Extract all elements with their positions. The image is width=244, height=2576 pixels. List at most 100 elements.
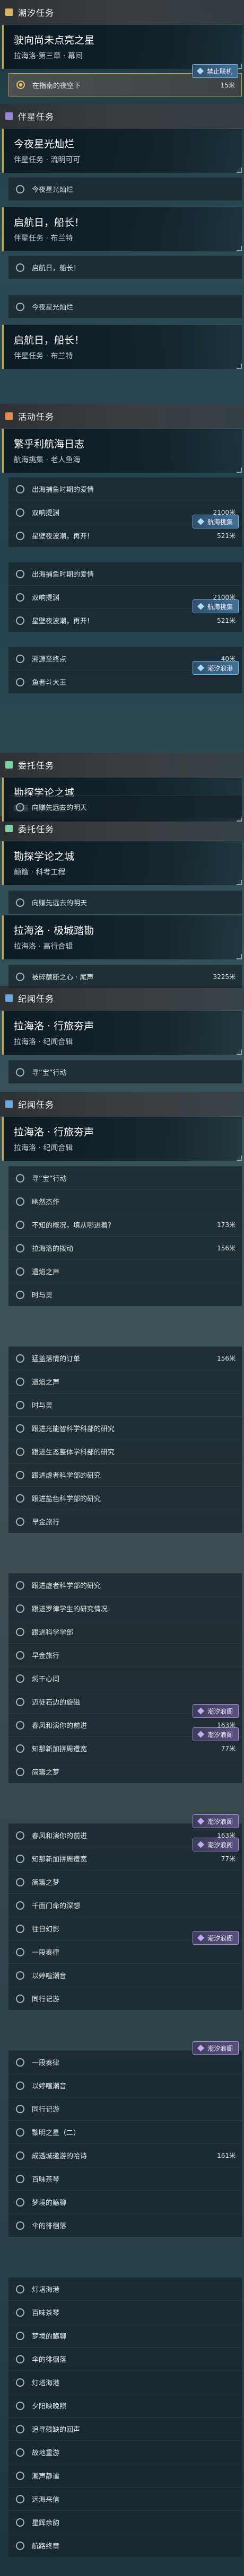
quest-step-row[interactable]: 伞的徘徊落 <box>8 2347 242 2370</box>
quest-step-row[interactable]: 简籌之梦 <box>8 1870 242 1893</box>
step-label: 早金旅行 <box>32 1652 60 1660</box>
quest-step-row[interactable]: 跟进虚者科学部的研究 <box>8 1463 242 1486</box>
quest-step-row[interactable]: 梦境的觞聊 <box>8 2324 242 2347</box>
event-tag: 航海挑集 <box>192 599 239 613</box>
quest-step-row[interactable]: 时与灵 <box>8 1283 242 1306</box>
quest-step-row[interactable]: 跟进科学学部 <box>8 1620 242 1643</box>
quest-step-row[interactable]: 时与灵 <box>8 1393 242 1416</box>
quest-step-row[interactable]: 同行记游 <box>8 1987 242 2010</box>
section-header-daily: 委托任务 <box>0 753 244 777</box>
section-title: 纪闻任务 <box>18 1100 55 1110</box>
step-label: 同行记游 <box>32 1996 60 2004</box>
quest-step-row[interactable]: 跟进虚者科学部的研究 <box>8 1573 242 1596</box>
step-label: 出海捕鱼时期的爱情 <box>32 571 94 579</box>
quest-step-row[interactable]: 星壁夜波潮，再开! 521米 航海挑集 <box>8 599 242 632</box>
quest-step-row[interactable]: 简籌之梦 <box>8 1760 242 1783</box>
step-label: 启航日，船长！ <box>32 264 81 272</box>
step-label: 被碎额断之心 · 尾声 <box>32 974 94 982</box>
quest-step-row[interactable]: 向赚先远去的明天 <box>8 890 242 914</box>
quest-card[interactable]: 驶向尚未点亮之星 拉海洛·第三章 · 幕间 <box>2 24 242 69</box>
step-circle-icon <box>16 2174 24 2183</box>
quest-step-row[interactable]: 百味茶琴 <box>8 2300 242 2324</box>
quest-step-row[interactable]: 遗焰之声 <box>8 1259 242 1283</box>
step-label: 跟进生态整体学科部的研究 <box>32 1449 115 1457</box>
quest-step-row[interactable]: 百味茶琴 <box>8 2167 242 2190</box>
step-label: 夕阳映晚照 <box>32 2403 67 2411</box>
quest-title: 今夜星光灿烂 <box>14 138 75 150</box>
step-label: 不知的概况，填从哪进着? <box>32 1222 111 1230</box>
quest-subtitle: 拉海洛 · 高行合辑 <box>14 942 73 951</box>
quest-step-row[interactable]: 焖干心间 <box>8 1666 242 1690</box>
quest-step-row[interactable]: 遗焰之声 <box>8 1370 242 1393</box>
quest-step-row[interactable]: 夕阳映晚照 <box>8 2394 242 2417</box>
quest-step-row[interactable]: 猛盖落情的订单 156米 <box>8 1346 242 1370</box>
tag-label: 潮汐浪阁 <box>207 1707 233 1715</box>
quest-step-row[interactable]: 出海捕鱼时期的爱情 <box>8 477 242 500</box>
quest-step-row[interactable]: 鱼者斗大王 潮汐浪港 <box>8 661 242 693</box>
quest-step-row[interactable]: 伞的徘徊落 <box>8 2213 242 2237</box>
step-circle-icon <box>16 531 24 540</box>
quest-step-row[interactable]: 潮声静谧 <box>8 2464 242 2487</box>
quest-step-row[interactable]: 灯塔海港 <box>8 2370 242 2394</box>
step-circle-icon <box>16 2448 24 2457</box>
quest-step-row[interactable]: 梦境的觞聊 <box>8 2190 242 2213</box>
quest-card[interactable]: 勘探学论之城颠簸 · 科考工程 <box>2 841 242 885</box>
quest-step-row[interactable]: 千面门命的深想 <box>8 1893 242 1917</box>
step-label: 向赚先远去的明天 <box>32 804 88 812</box>
step-distance: 77米 <box>221 1855 236 1863</box>
quest-step-row[interactable]: 寻“宝”行动 <box>8 1060 242 1083</box>
quest-card[interactable]: 今夜星光灿烂 伴星任务 · 流明可可 <box>2 128 242 173</box>
quest-step-row[interactable]: 同行记游 <box>8 2097 242 2120</box>
tag-diamond-icon <box>197 664 204 672</box>
quest-step-row[interactable]: 知那新加拼周遭宽 77米 潮汐浪阁 <box>8 1727 242 1760</box>
quest-step-row[interactable]: 航路终章 <box>8 2534 242 2557</box>
quest-step-row[interactable]: 幽然杰作 <box>8 1189 242 1213</box>
quest-step-row[interactable]: 远海来信 <box>8 2487 242 2510</box>
quest-step-row[interactable]: 一段奏律 潮汐浪阁 <box>8 1931 242 1963</box>
quest-step-row[interactable]: 跟进光能智科学科部的研究 <box>8 1416 242 1440</box>
event-tag: 潮汐浪阁 <box>192 2041 239 2055</box>
quest-card[interactable]: 拉海洛 · 行旅夯声 拉海洛 · 纪闻合辑 <box>2 1116 242 1161</box>
quest-step-row[interactable]: 追寻残缺的回声 <box>8 2417 242 2440</box>
step-label: 以婷喧潮音 <box>32 2083 67 2090</box>
quest-step-row[interactable]: 被碎额断之心 · 尾声 3225米 <box>8 965 242 988</box>
quest-step-row[interactable]: 灯塔海港 <box>8 2277 242 2300</box>
quest-title: 驶向尚未点亮之星 <box>14 34 95 46</box>
step-label: 简籌之梦 <box>32 1879 60 1887</box>
quest-step-row[interactable]: 不知的概况，填从哪进着? 173米 <box>8 1213 242 1236</box>
quest-step-row[interactable]: 出海捕鱼时期的爱情 <box>8 562 242 585</box>
quest-step-row[interactable]: 成透城邀游的哈诗 161米 <box>8 2143 242 2167</box>
quest-step-row[interactable]: 向赚先远去的明天 <box>8 795 242 818</box>
tag-diamond-icon <box>196 67 204 75</box>
quest-step-row[interactable]: 黎明之星（二） <box>8 2120 242 2143</box>
quest-step-row[interactable]: 跟进生态整体学科部的研究 <box>8 1440 242 1463</box>
quest-card[interactable]: 拉海洛 · 极城踏勘 拉海洛 · 高行合辑 <box>2 915 242 959</box>
quest-card[interactable]: 启航日，船长！ 伴星任务 · 布兰特 <box>2 324 242 369</box>
quest-step-row[interactable]: 寻“宝”行动 <box>8 1166 242 1189</box>
step-label: 星壁夜波潮，再开! <box>32 617 90 625</box>
quest-card[interactable]: 启航日，船长！ 伴星任务 · 布兰特 <box>2 207 242 251</box>
quest-step-row[interactable]: 拉海洛的拨动 156米 <box>8 1236 242 1259</box>
quest-step-row[interactable]: 早金旅行 <box>8 1643 242 1666</box>
quest-step-row[interactable]: 跟进盐色科学部的研究 <box>8 1486 242 1510</box>
quest-step-row[interactable]: 启航日，船长！ <box>8 255 242 279</box>
quest-step-row[interactable]: 星壁夜波潮，再开! 521米 航海挑集 <box>8 515 242 547</box>
event-tag: 潮汐浪阁 <box>192 1704 239 1718</box>
quest-step-row[interactable]: 一段奏律 潮汐浪阁 <box>8 2041 242 2074</box>
quest-step-row[interactable]: 故地重游 <box>8 2440 242 2464</box>
quest-step-row[interactable]: 今夜星光灿烂 <box>8 295 242 318</box>
step-circle-icon <box>16 2198 24 2207</box>
quest-step-row[interactable]: 跟进罗律学生的研究情况 <box>8 1596 242 1620</box>
step-circle-icon <box>16 616 24 625</box>
quest-step-row[interactable]: 星辉余韵 <box>8 2510 242 2534</box>
quest-card[interactable]: 繁乎利航海日志 航海挑集 · 老人鱼海 <box>2 428 242 473</box>
step-circle-icon <box>16 2284 24 2293</box>
quest-card[interactable]: 拉海洛 · 行旅夯声 拉海洛 · 纪闻合辑 <box>2 1010 242 1055</box>
quest-step-row[interactable]: 知那新加拼周遭宽 77米 潮汐浪阁 <box>8 1838 242 1870</box>
quest-step-row[interactable]: 早金旅行 <box>8 1510 242 1533</box>
quest-step-row[interactable]: 以婷喧潮音 <box>8 1963 242 1987</box>
quest-step-row[interactable]: 今夜星光灿烂 <box>8 177 242 200</box>
event-tag: 潮汐浪阁 <box>192 1931 239 1945</box>
quest-step-row[interactable]: 以婷喧潮音 <box>8 2074 242 2097</box>
quest-step-row[interactable]: 在指南的夜空下 15米 禁止联机 <box>8 64 242 96</box>
